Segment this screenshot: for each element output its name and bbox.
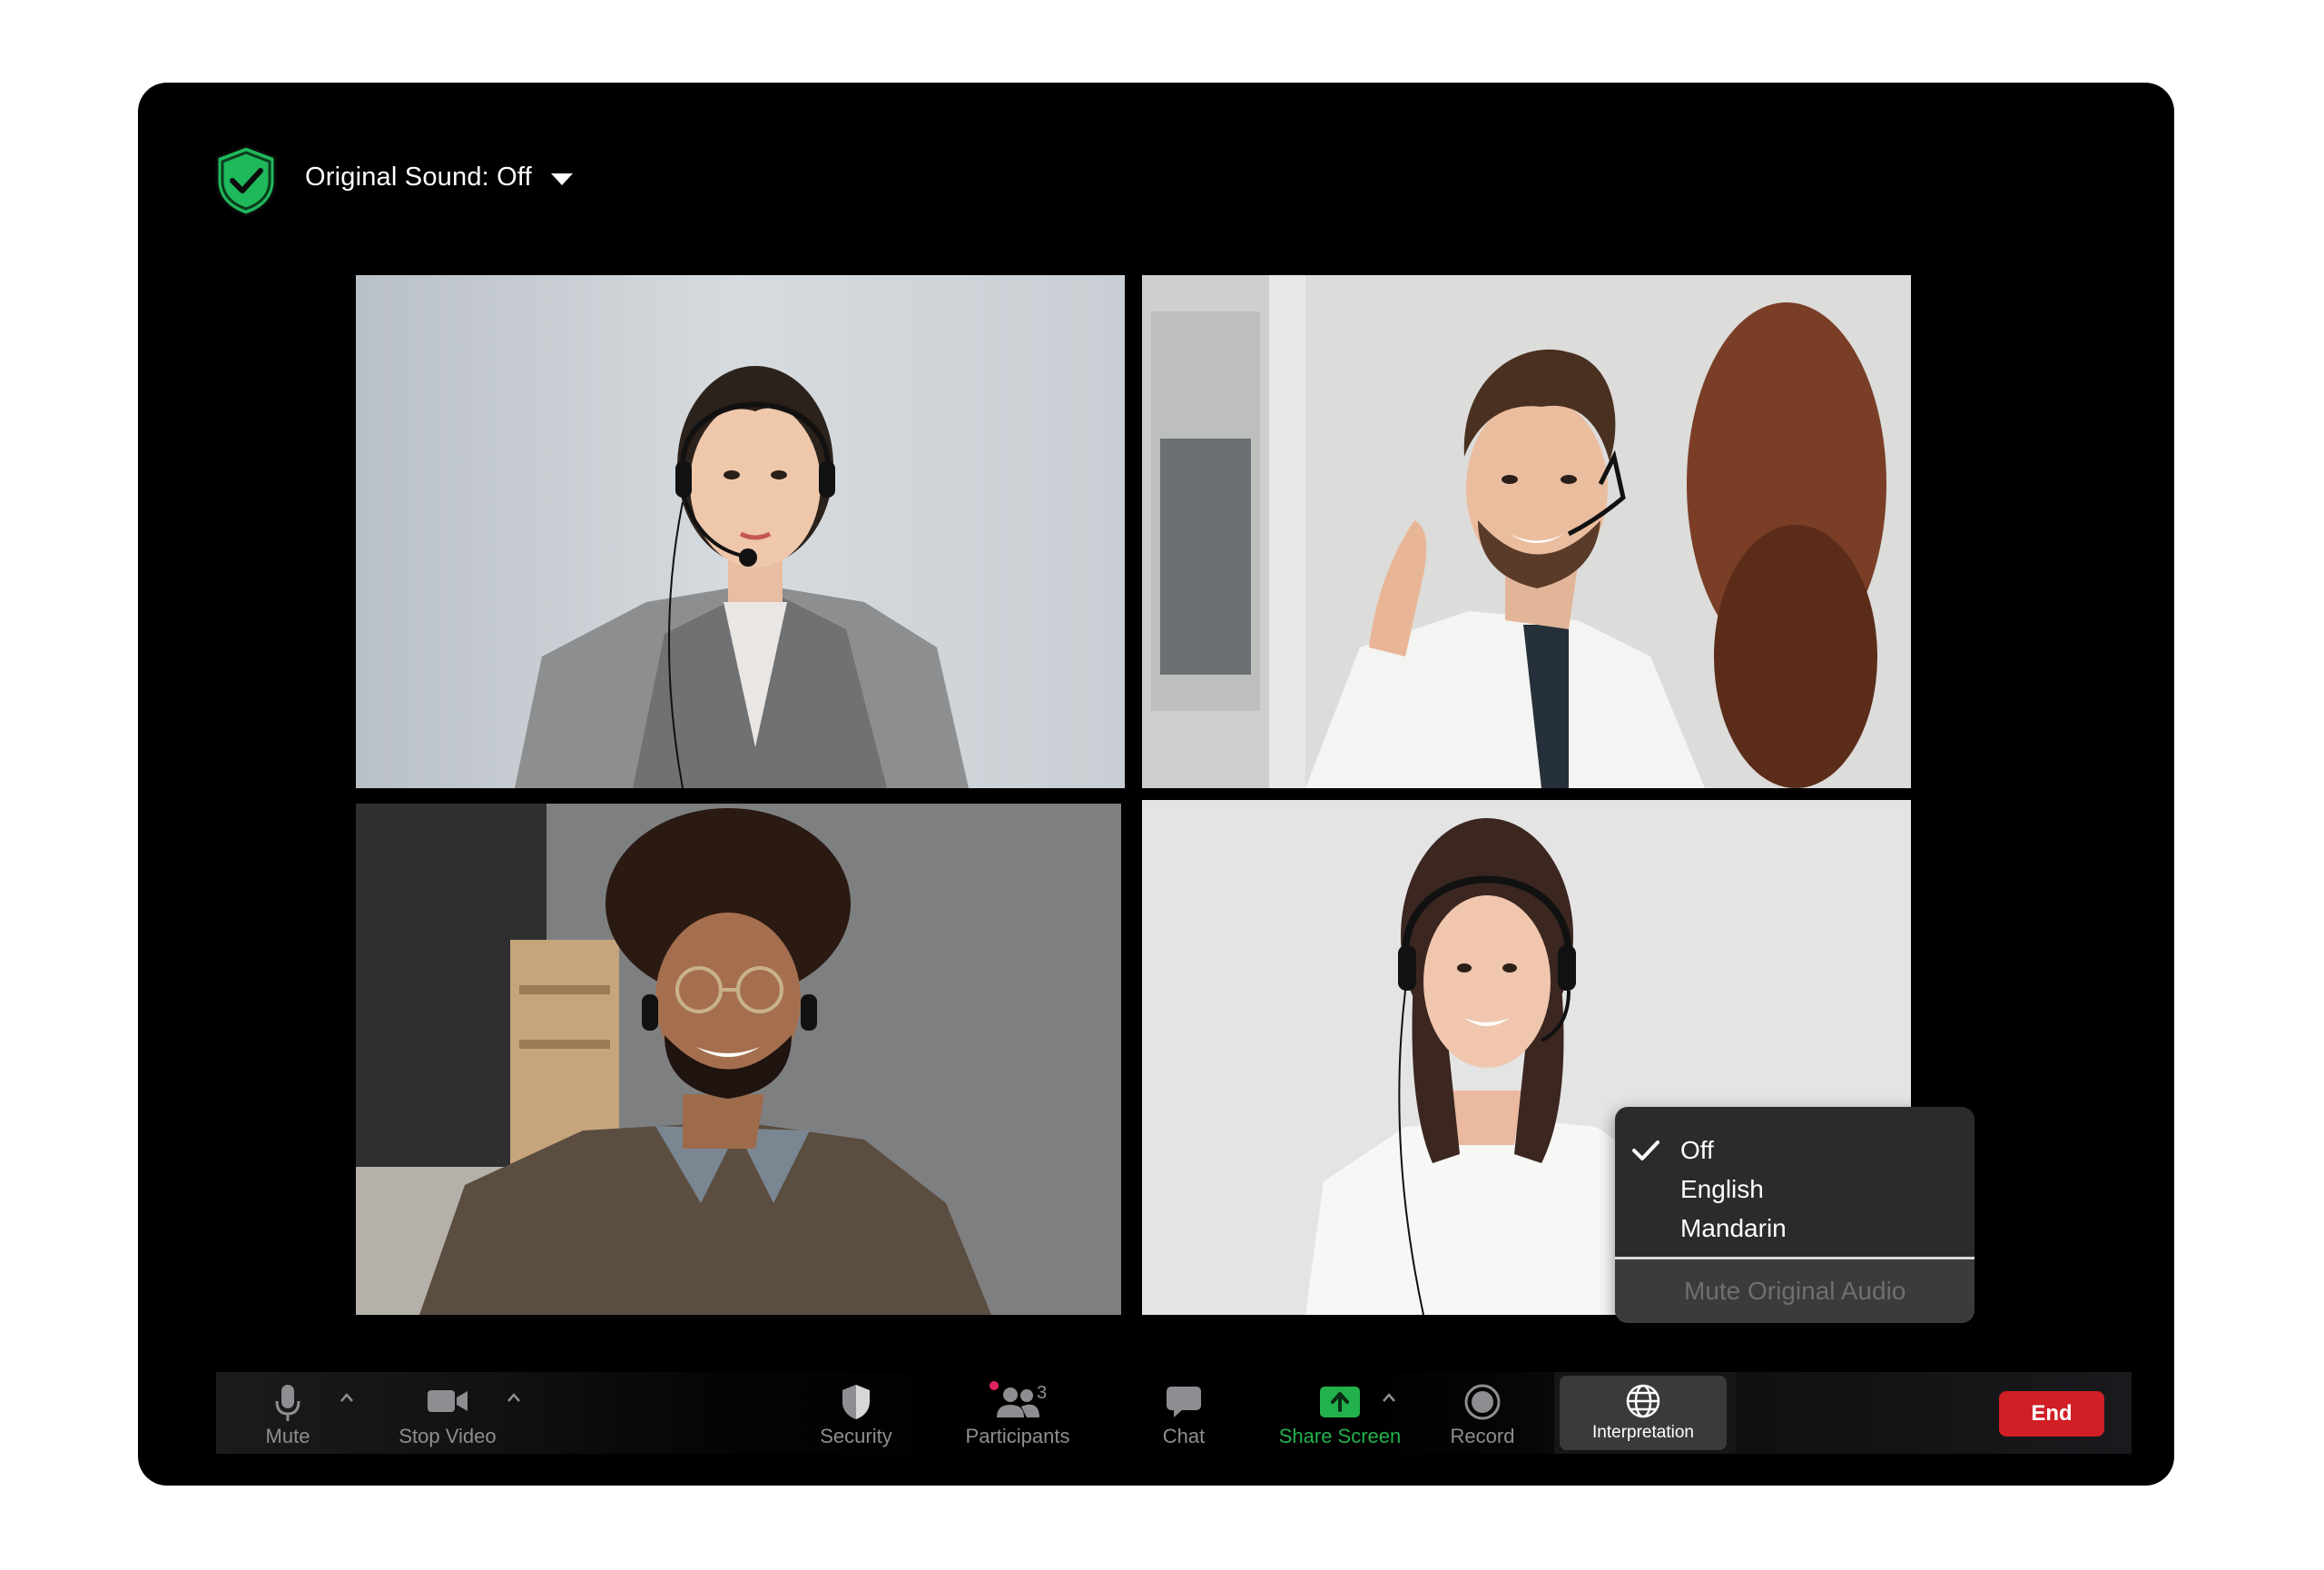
participants-icon (997, 1387, 1039, 1417)
interpretation-menu: Off English Mandarin Mute Original Audio (1615, 1107, 1974, 1323)
interpretation-option-label: English (1680, 1175, 1764, 1203)
original-sound-label[interactable]: Original Sound: Off (305, 157, 532, 197)
security-label: Security (820, 1425, 892, 1447)
globe-icon (1626, 1384, 1660, 1418)
chevron-up-icon[interactable] (1382, 1392, 1396, 1403)
share-screen-icon (1320, 1387, 1360, 1417)
shield-check-icon (215, 144, 277, 217)
chat-bubble-icon (1167, 1387, 1201, 1417)
interpretation-options: Off English Mandarin (1615, 1107, 1974, 1257)
video-tile-participant-1[interactable] (356, 275, 1125, 788)
caret-down-icon[interactable] (549, 171, 575, 187)
participants-count: 3 (1037, 1383, 1048, 1403)
chat-button[interactable]: Chat (1138, 1372, 1229, 1454)
chat-label: Chat (1162, 1425, 1206, 1447)
video-camera-icon (428, 1390, 468, 1412)
interpretation-option-mandarin[interactable]: Mandarin (1615, 1209, 1974, 1248)
microphone-icon (275, 1385, 300, 1421)
chevron-up-icon[interactable] (340, 1392, 354, 1403)
record-icon (1464, 1384, 1501, 1420)
interpretation-option-off[interactable]: Off (1615, 1131, 1974, 1170)
interpretation-label: Interpretation (1592, 1423, 1694, 1442)
record-button[interactable]: Record (1433, 1372, 1532, 1454)
mute-original-audio-option[interactable]: Mute Original Audio (1615, 1259, 1974, 1323)
mute-label: Mute (265, 1425, 310, 1447)
chevron-up-icon[interactable] (507, 1392, 521, 1403)
checkmark-icon (1632, 1140, 1659, 1160)
security-button[interactable]: Security (806, 1372, 906, 1454)
meeting-toolbar: Mute Stop Video Security 3 Participants … (216, 1372, 2132, 1454)
participants-label: Participants (965, 1425, 1070, 1447)
interpretation-button[interactable]: Interpretation (1560, 1376, 1727, 1450)
shield-icon (842, 1385, 870, 1419)
video-tile-participant-2[interactable] (1142, 275, 1911, 788)
end-meeting-button[interactable]: End (1999, 1391, 2104, 1437)
stop-video-label: Stop Video (399, 1425, 497, 1447)
video-tile-participant-3[interactable] (356, 804, 1121, 1315)
interpretation-option-english[interactable]: English (1615, 1170, 1974, 1209)
record-label: Record (1450, 1425, 1515, 1447)
share-screen-button[interactable]: Share Screen (1258, 1372, 1422, 1454)
interpretation-option-label: Off (1680, 1136, 1714, 1164)
participants-button[interactable]: 3 Participants (950, 1372, 1086, 1454)
stop-video-button[interactable]: Stop Video (379, 1372, 516, 1454)
share-screen-label: Share Screen (1278, 1425, 1402, 1447)
meeting-window: Original Sound: Off Off English Mandarin… (138, 83, 2174, 1486)
interpretation-option-label: Mandarin (1680, 1214, 1787, 1242)
mute-button[interactable]: Mute (247, 1372, 329, 1454)
